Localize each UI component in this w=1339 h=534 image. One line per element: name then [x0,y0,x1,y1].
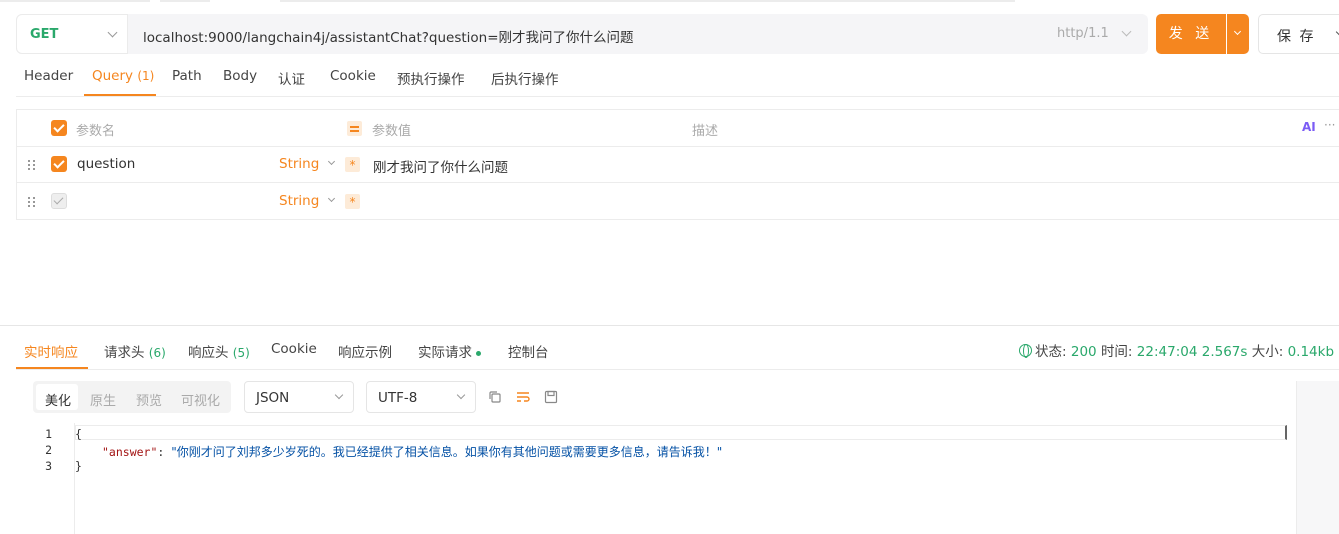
tab-query[interactable]: Query (1) [92,68,154,84]
status-dot-icon [476,350,481,356]
active-tab-indicator [84,94,156,96]
chevron-down-icon [456,390,466,400]
tab-cookie[interactable]: Cookie [330,68,376,84]
request-tabs: Header Query (1) Path Body 认证 Cookie 预执行… [16,58,1339,97]
param-value-input[interactable]: 刚才我问了你什么问题 [373,156,508,176]
tab-response-example[interactable]: 响应示例 [338,341,392,361]
tab-live-response[interactable]: 实时响应 [24,341,78,361]
tab-response-headers-label: 响应头 [188,345,229,361]
response-tabs: 实时响应 请求头 (6) 响应头 (5) Cookie 响应示例 实际请求 控制… [16,326,1339,370]
save-button[interactable]: 保 存 [1258,14,1339,54]
param-type-select[interactable]: String [279,193,319,209]
tab-auth[interactable]: 认证 [278,68,305,88]
status-code: 200 [1070,344,1097,360]
side-panel [1296,381,1339,534]
tab-actual-request[interactable]: 实际请求 [418,341,481,361]
params-header-row: 参数名 参数值 描述 AI ··· [17,110,1339,147]
size-label: 大小: [1251,344,1284,360]
format-select[interactable]: JSON [244,381,354,413]
chevron-down-icon [327,157,336,166]
active-tab-indicator [16,367,88,369]
status-label: 状态: [1035,344,1067,360]
tab-request-headers[interactable]: 请求头 (6) [104,341,166,361]
code-close-brace: } [75,459,82,473]
line-number: 3 [45,459,52,473]
param-type-select[interactable]: String [279,156,319,172]
drag-handle-icon[interactable] [28,197,37,209]
bulk-edit-icon[interactable] [347,121,362,136]
code-open-brace: { [75,427,82,441]
chevron-down-icon [107,27,118,38]
param-row: String * [17,183,1339,220]
tab-post-script[interactable]: 后执行操作 [491,68,559,88]
tab-body[interactable]: Body [223,68,257,84]
protocol-select[interactable]: http/1.1 [1057,26,1109,41]
tab-request-headers-count: (6) [148,346,166,360]
view-mode-segment: 美化 原生 预览 可视化 [33,381,231,413]
top-tab-strip [0,0,1339,3]
line-number: 2 [45,443,52,457]
tab-query-count: (1) [137,69,155,83]
encoding-value: UTF-8 [378,390,418,406]
encoding-select[interactable]: UTF-8 [366,381,476,413]
response-duration: 2.567s [1201,344,1248,360]
method-select[interactable]: GET [16,14,128,54]
required-star-icon[interactable]: * [345,194,360,209]
select-all-checkbox[interactable] [51,120,67,136]
copy-icon[interactable] [488,390,502,404]
required-star-icon[interactable]: * [345,157,360,172]
tab-path[interactable]: Path [172,68,202,84]
tab-request-headers-label: 请求头 [104,345,145,361]
tab-response-headers-count: (5) [232,346,250,360]
wrap-lines-icon[interactable] [516,390,530,404]
url-input[interactable]: localhost:9000/langchain4j/assistantChat… [143,26,634,46]
send-dropdown-button[interactable] [1227,14,1249,54]
response-status: 状态: 200 时间: 22:47:04 2.567s 大小: 0.14kb [1019,340,1334,360]
view-preview[interactable]: 预览 [136,390,162,409]
view-visualize[interactable]: 可视化 [181,390,220,409]
drag-handle-icon[interactable] [28,160,37,172]
json-value: "你刚才问了刘邦多少岁死的。我已经提供了相关信息。如果你有其他问题或需要更多信息… [171,445,723,459]
send-button[interactable]: 发 送 [1156,14,1226,54]
save-response-icon[interactable] [544,390,558,404]
view-pretty[interactable]: 美化 [45,390,71,409]
param-enabled-checkbox[interactable] [51,156,67,172]
tab-console[interactable]: 控制台 [508,341,549,361]
tab-header[interactable]: Header [24,68,73,84]
header-param-name: 参数名 [76,124,116,139]
view-raw[interactable]: 原生 [90,390,116,409]
tab-pre-script[interactable]: 预执行操作 [397,68,465,88]
current-line-highlight [75,425,1287,440]
header-param-value: 参数值 [372,124,412,139]
response-body-editor[interactable]: 1 2 3 { "answer": "你刚才问了刘邦多少岁死的。我已经提供了相关… [16,423,1290,534]
json-key: "answer" [102,445,158,459]
code-line-answer: "answer": "你刚才问了刘邦多少岁死的。我已经提供了相关信息。如果你有其… [102,443,722,460]
param-row: question String * 刚才我问了你什么问题 [17,146,1339,183]
header-param-desc: 描述 [692,124,719,139]
tab-query-label: Query [92,68,134,84]
globe-icon [1019,344,1032,358]
more-icon[interactable]: ··· [1324,118,1335,132]
param-enabled-checkbox[interactable] [51,193,67,209]
line-number: 1 [45,427,52,441]
chevron-down-icon [1233,27,1242,36]
response-size: 0.14kb [1287,344,1335,360]
save-label: 保 存 [1277,29,1316,45]
param-name-input[interactable]: question [77,156,135,172]
chevron-down-icon [1121,26,1132,37]
chevron-down-icon [327,194,336,203]
tab-response-headers[interactable]: 响应头 (5) [188,341,250,361]
method-label: GET [30,27,59,42]
chevron-down-icon [334,390,344,400]
response-time: 22:47:04 [1136,344,1198,360]
json-colon: : [157,445,172,459]
time-label: 时间: [1100,344,1133,360]
url-bar: GET localhost:9000/langchain4j/assistant… [16,14,1148,54]
tab-cookie[interactable]: Cookie [271,341,317,357]
format-value: JSON [256,390,290,406]
ai-icon[interactable]: AI [1302,120,1316,134]
params-table: 参数名 参数值 描述 AI ··· question String * 刚才我问… [16,109,1339,220]
tab-actual-request-label: 实际请求 [418,345,472,361]
